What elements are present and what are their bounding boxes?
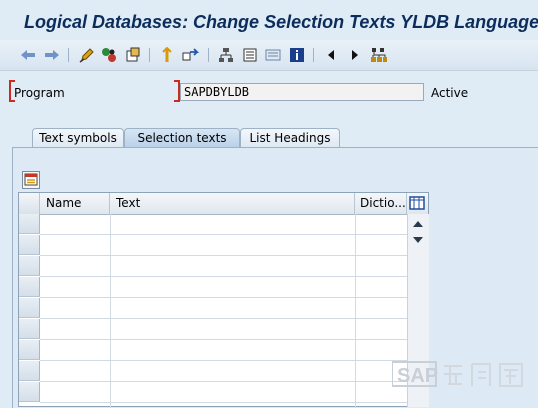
tab-text-symbols[interactable]: Text symbols	[32, 128, 124, 148]
table-header: Name Text Dictio...	[19, 193, 428, 215]
title-bar: Logical Databases: Change Selection Text…	[0, 0, 538, 40]
column-settings-icon	[409, 196, 425, 210]
table-row[interactable]	[40, 277, 407, 298]
previous-icon[interactable]	[322, 46, 340, 64]
where-used-icon[interactable]	[158, 46, 176, 64]
table-row[interactable]	[40, 256, 407, 277]
table-settings-icon	[24, 173, 38, 186]
info-icon[interactable]	[288, 46, 306, 64]
column-settings-button[interactable]	[407, 193, 428, 214]
select-all-cell[interactable]	[19, 193, 40, 214]
column-header-dictionary[interactable]: Dictio...	[355, 193, 407, 214]
window-title: Logical Databases: Change Selection Text…	[24, 12, 538, 32]
row-selector[interactable]	[19, 340, 40, 360]
navigate-icon[interactable]	[182, 46, 200, 64]
back-arrow-icon[interactable]	[19, 46, 37, 64]
row-selector[interactable]	[19, 361, 40, 381]
column-divider	[110, 214, 111, 408]
configure-table-button[interactable]	[22, 171, 40, 189]
display-object-list-icon[interactable]	[241, 46, 259, 64]
activate-icon[interactable]	[100, 46, 118, 64]
column-header-name[interactable]: Name	[40, 193, 110, 214]
row-selector[interactable]	[19, 256, 40, 276]
next-icon[interactable]	[346, 46, 364, 64]
table-row[interactable]	[40, 298, 407, 319]
application-toolbar	[0, 40, 538, 71]
row-selector[interactable]	[19, 382, 40, 402]
table-row[interactable]	[40, 382, 407, 403]
column-header-text[interactable]: Text	[110, 193, 355, 214]
row-selector[interactable]	[19, 298, 40, 318]
column-divider	[355, 214, 356, 408]
selection-texts-table: Name Text Dictio...	[18, 192, 429, 408]
table-row[interactable]	[40, 214, 407, 235]
object-list-icon[interactable]	[124, 46, 142, 64]
toolbar-separator	[208, 48, 209, 62]
table-row[interactable]	[40, 235, 407, 256]
toolbar-separator	[68, 48, 69, 62]
row-selector[interactable]	[19, 319, 40, 339]
forward-arrow-icon[interactable]	[43, 46, 61, 64]
scroll-down-icon[interactable]	[412, 236, 424, 244]
svg-text:SAP: SAP	[397, 365, 438, 387]
scroll-up-icon[interactable]	[412, 220, 424, 228]
row-selector[interactable]	[19, 214, 40, 234]
toolbar-separator	[313, 48, 314, 62]
structure-icon[interactable]	[370, 46, 388, 64]
table-row[interactable]	[40, 340, 407, 361]
table-row[interactable]	[40, 361, 407, 382]
tab-list-headings[interactable]: List Headings	[240, 128, 340, 148]
program-label: Program	[14, 86, 65, 100]
status-text: Active	[431, 86, 469, 100]
row-selector[interactable]	[19, 235, 40, 255]
toolbar-separator	[149, 48, 150, 62]
hierarchy-icon[interactable]	[217, 46, 235, 64]
overview-icon[interactable]	[264, 46, 282, 64]
edit-pencil-icon[interactable]	[78, 46, 96, 64]
watermark-logo: SAP	[391, 360, 534, 390]
table-row[interactable]	[40, 319, 407, 340]
program-field[interactable]: SAPDBYLDB	[180, 83, 424, 101]
tab-selection-texts[interactable]: Selection texts	[124, 128, 240, 148]
row-selector[interactable]	[19, 277, 40, 297]
